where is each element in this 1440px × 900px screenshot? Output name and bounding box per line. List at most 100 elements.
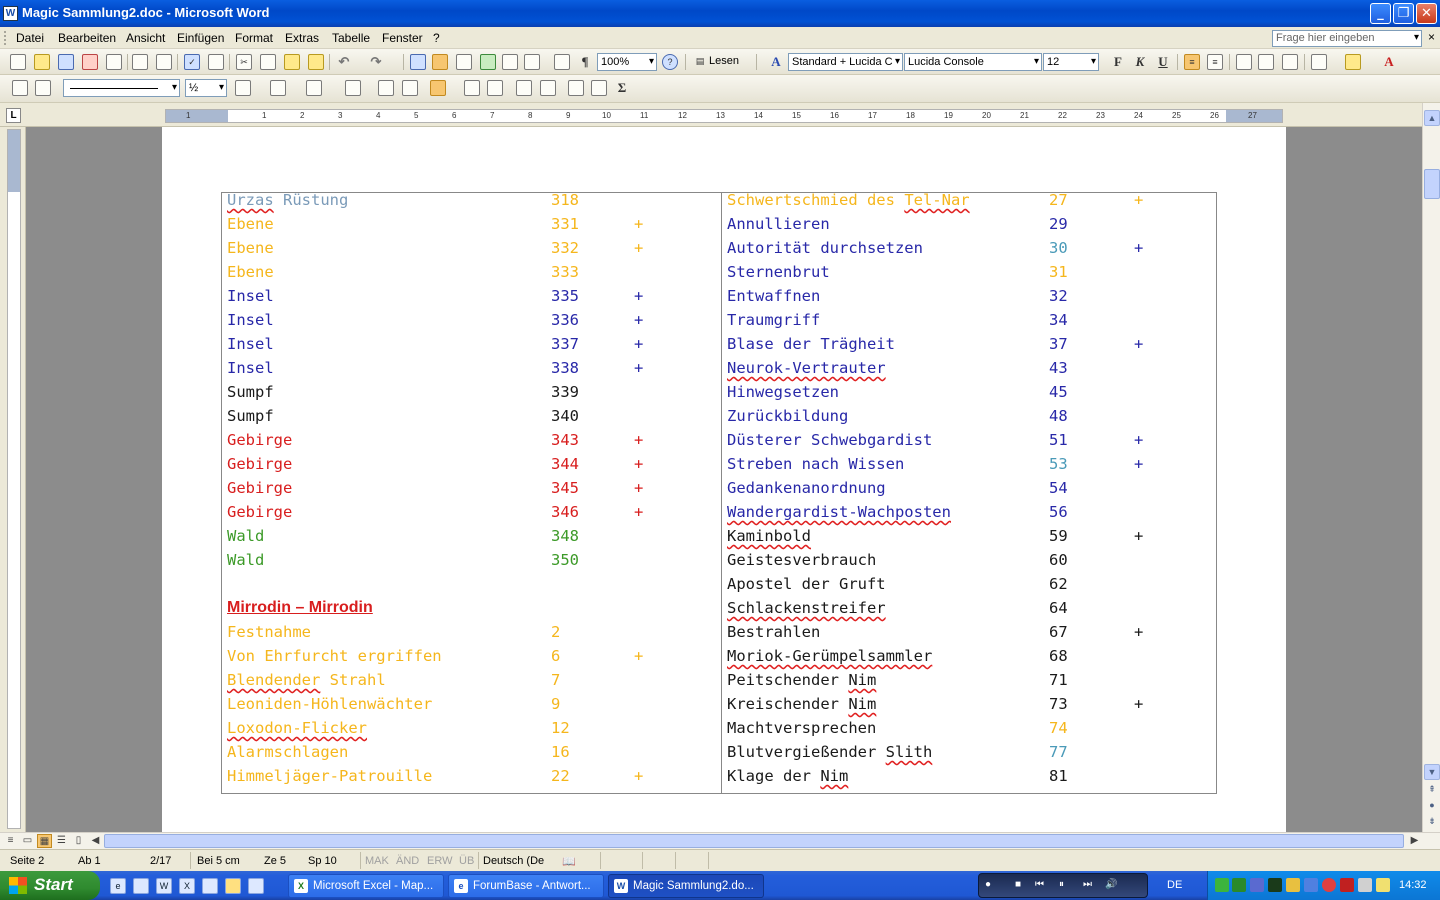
italic-button[interactable]: K xyxy=(1132,54,1148,70)
table-row[interactable]: Sternenbrut 31 xyxy=(222,263,1218,287)
table-row[interactable]: Blase der Trägheit 37 + xyxy=(222,335,1218,359)
zoom-combo[interactable]: 100% xyxy=(597,53,657,71)
status-track-changes[interactable]: ÄND xyxy=(396,855,419,867)
horizontal-scrollbar[interactable]: ≡ ▭ ▦ ☰ ▯ ◀ ▶ xyxy=(0,832,1440,849)
spelling-icon[interactable]: ✓ xyxy=(184,54,200,70)
next-page-icon[interactable]: ⇟ xyxy=(1424,814,1440,830)
next-icon[interactable]: ⏭ xyxy=(1083,879,1092,890)
tray-icon-red[interactable] xyxy=(1322,878,1336,892)
menu-einfuegen[interactable]: Einfügen xyxy=(177,31,224,45)
document-page[interactable]: Urzas Rüstung 318 Ebene 331 + Ebene 332 + Ebene 3… xyxy=(162,127,1286,832)
scroll-down-icon[interactable]: ▼ xyxy=(1424,764,1440,780)
insert-excel-icon[interactable] xyxy=(480,54,496,70)
draw-table-icon[interactable] xyxy=(12,80,28,96)
print-preview-icon[interactable] xyxy=(156,54,172,70)
spelling-error[interactable]: Tel-Nar xyxy=(904,191,969,209)
paste-icon[interactable] xyxy=(284,54,300,70)
save-icon[interactable] xyxy=(58,54,74,70)
menu-fenster[interactable]: Fenster xyxy=(382,31,423,45)
table-row[interactable]: Schwertschmied des Tel-Nar 27 + xyxy=(222,191,1218,215)
table-row[interactable]: Wandergardist-Wachposten 56 xyxy=(222,503,1218,527)
spelling-error[interactable]: Nim xyxy=(820,767,848,785)
ie-quicklaunch-icon[interactable]: e xyxy=(110,878,126,894)
merge-cells-icon[interactable] xyxy=(378,80,394,96)
pause-icon[interactable]: ⏸ xyxy=(1059,879,1064,890)
columns-icon[interactable] xyxy=(502,54,518,70)
normal-view-icon[interactable]: ≡ xyxy=(3,834,18,848)
task-forumbase[interactable]: e ForumBase - Antwort... xyxy=(448,874,604,898)
table-row[interactable]: Moriok-Gerümpelsammler 68 xyxy=(222,647,1218,671)
table-row[interactable]: Traumgriff 34 xyxy=(222,311,1218,335)
autoformat-icon[interactable] xyxy=(516,80,532,96)
numbering-icon[interactable] xyxy=(1236,54,1252,70)
table-row[interactable]: Schlackenstreifer 64 xyxy=(222,599,1218,623)
font-combo[interactable]: Lucida Console xyxy=(904,53,1042,71)
font-size-combo[interactable]: 12 xyxy=(1043,53,1099,71)
copy-icon[interactable] xyxy=(260,54,276,70)
spelling-error[interactable]: Neurok-Vertrauter xyxy=(727,359,886,377)
tray-icon-antivirus[interactable] xyxy=(1340,878,1354,892)
font-color-icon[interactable]: A xyxy=(1381,54,1397,70)
browse-object-icon[interactable]: ● xyxy=(1424,798,1440,814)
style-combo[interactable]: Standard + Lucida C xyxy=(788,53,903,71)
scroll-up-icon[interactable]: ▲ xyxy=(1424,110,1440,126)
email-icon[interactable] xyxy=(106,54,122,70)
table-row[interactable]: Apostel der Gruft 62 xyxy=(222,575,1218,599)
undo-icon[interactable]: ↶ xyxy=(336,54,352,70)
center-icon[interactable]: ≡ xyxy=(1207,54,1223,70)
borders-icon[interactable] xyxy=(1311,54,1327,70)
line-style-combo[interactable] xyxy=(63,79,180,97)
explorer-quicklaunch-icon[interactable] xyxy=(248,878,264,894)
table-row[interactable]: Neurok-Vertrauter 43 xyxy=(222,359,1218,383)
table-row[interactable]: Bestrahlen 67 + xyxy=(222,623,1218,647)
outside-border-icon[interactable] xyxy=(270,80,286,96)
line-weight-combo[interactable]: ½ xyxy=(185,79,227,97)
word-quicklaunch-icon[interactable]: W xyxy=(156,878,172,894)
menu-format[interactable]: Format xyxy=(235,31,273,45)
table-row[interactable]: Düsterer Schwebgardist 51 + xyxy=(222,431,1218,455)
table-row[interactable]: Peitschender Nim 71 xyxy=(222,671,1218,695)
shading-color-icon[interactable] xyxy=(306,80,322,96)
menu-help[interactable]: ? xyxy=(433,31,440,45)
distribute-columns-icon[interactable] xyxy=(487,80,503,96)
scroll-right-icon[interactable]: ▶ xyxy=(1407,834,1422,848)
document-area[interactable]: Urzas Rüstung 318 Ebene 331 + Ebene 332 + Ebene 3… xyxy=(26,127,1422,832)
table-row[interactable]: Kaminbold 59 + xyxy=(222,527,1218,551)
card-table[interactable]: Urzas Rüstung 318 Ebene 331 + Ebene 332 + Ebene 3… xyxy=(221,191,1218,794)
redo-icon[interactable]: ↷ xyxy=(368,54,384,70)
drawing-icon[interactable] xyxy=(524,54,540,70)
spelling-error[interactable]: Schlackenstreifer xyxy=(727,599,886,617)
print-icon[interactable] xyxy=(132,54,148,70)
tray-icon-message[interactable] xyxy=(1376,878,1390,892)
menubar-grip[interactable] xyxy=(4,31,7,45)
status-language[interactable]: Deutsch (De xyxy=(483,855,544,867)
cut-icon[interactable]: ✂ xyxy=(236,54,252,70)
spelling-error[interactable]: Moriok-Gerümpelsammler xyxy=(727,647,932,665)
tray-icon-clover[interactable] xyxy=(1215,878,1229,892)
folder-quicklaunch-icon[interactable] xyxy=(225,878,241,894)
styles-formatting-icon[interactable]: A xyxy=(768,54,784,70)
reading-view-icon[interactable]: ▯ xyxy=(71,834,86,848)
status-overtype[interactable]: ÜB xyxy=(459,855,474,867)
language-indicator[interactable]: DE xyxy=(1167,879,1182,891)
insert-table-icon-2[interactable] xyxy=(345,80,361,96)
menu-tabelle[interactable]: Tabelle xyxy=(332,31,370,45)
menu-datei[interactable]: Datei xyxy=(16,31,44,45)
table-row[interactable]: Klage der Nim 81 xyxy=(222,767,1218,791)
new-document-icon[interactable] xyxy=(10,54,26,70)
previous-icon[interactable]: ⏮ xyxy=(1035,879,1044,890)
tray-icon-monitor[interactable] xyxy=(1304,878,1318,892)
tray-icon-safely-remove[interactable] xyxy=(1358,878,1372,892)
web-view-icon[interactable]: ▭ xyxy=(20,834,35,848)
research-icon[interactable] xyxy=(208,54,224,70)
media-quicklaunch-icon[interactable] xyxy=(202,878,218,894)
vertical-scrollbar[interactable]: ▲ ▼ ⇞ ● ⇟ xyxy=(1422,103,1440,832)
table-row[interactable]: Blutvergießender Slith 77 xyxy=(222,743,1218,767)
close-button[interactable]: ✕ xyxy=(1416,3,1437,24)
read-button[interactable]: Lesen xyxy=(709,55,739,67)
autosum-icon[interactable]: Σ xyxy=(614,80,630,96)
table-row[interactable]: Zurückbildung 48 xyxy=(222,407,1218,431)
vertical-ruler[interactable] xyxy=(0,127,26,832)
hyperlink-icon[interactable] xyxy=(410,54,426,70)
help-icon[interactable]: ? xyxy=(662,54,678,70)
